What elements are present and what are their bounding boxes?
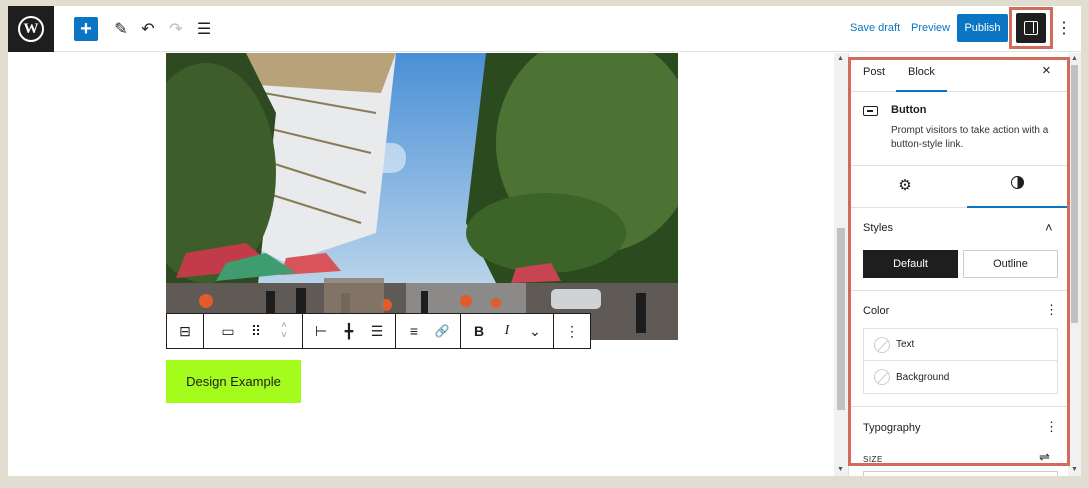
block-name: Button [891, 104, 927, 116]
block-transform-group: ⊟ [167, 314, 204, 348]
block-transform-icon[interactable]: ⊟ [171, 314, 199, 348]
tab-settings[interactable]: ⚙ [855, 176, 955, 194]
tools-pen-icon[interactable]: ✎ [111, 16, 131, 42]
sidebar-panel-icon [1024, 21, 1038, 35]
color-swatch-icon [874, 369, 890, 385]
size-label: SIZE [863, 455, 883, 464]
undo-icon[interactable]: ↶ [138, 16, 158, 42]
color-item-label: Background [896, 371, 950, 383]
scroll-up-arrow-icon[interactable]: ▲ [837, 55, 844, 62]
block-description: Prompt visitors to take action with a bu… [891, 125, 1049, 150]
preview-button[interactable]: Preview [911, 22, 950, 34]
wordpress-logo-icon[interactable]: W [8, 6, 54, 52]
link-icon[interactable]: 🔗 [428, 314, 456, 348]
block-card: Button Prompt visitors to take action wi… [849, 92, 1081, 166]
style-outline-button[interactable]: Outline [963, 250, 1058, 278]
canvas-scroll-thumb[interactable] [837, 228, 845, 410]
drag-handle-icon[interactable]: ⠿ [242, 314, 270, 348]
sidebar-scroll-thumb[interactable] [1071, 65, 1078, 323]
save-draft-button[interactable]: Save draft [850, 22, 900, 34]
block-move-group: ▭ ⠿ ˄ ˅ [210, 314, 303, 348]
more-formats-chevron-icon[interactable]: ⌄ [521, 314, 549, 348]
top-toolbar: W + ✎ ↶ ↷ ☰ Save draft Preview Publish ⋮ [8, 6, 1081, 52]
color-panel: Color ⋮ Text Background [849, 291, 1081, 407]
color-item-background[interactable]: Background [864, 361, 1057, 393]
styles-half-circle-icon [1010, 176, 1024, 189]
format-group: ≡ 🔗 [396, 314, 461, 348]
sidebar-tabs: Post Block × [849, 53, 1081, 92]
button-block-icon[interactable]: ▭ [214, 314, 242, 348]
options-group: ⋮ [554, 314, 590, 348]
justify-group: ⊢ ╋ ☰ [303, 314, 396, 348]
typography-menu-icon[interactable]: ⋮ [1045, 419, 1058, 435]
color-menu-icon[interactable]: ⋮ [1045, 302, 1058, 318]
collapse-chevron-icon[interactable]: ˄ [1045, 220, 1053, 235]
block-options-icon[interactable]: ⋮ [558, 314, 586, 348]
document-outline-icon[interactable]: ☰ [194, 16, 214, 42]
editor-canvas: ⊟ ▭ ⠿ ˄ ˅ ⊢ ╋ ☰ ≡ 🔗 B I ⌄ ⋮ Design Examp… [8, 53, 834, 476]
justify-left-icon[interactable]: ⊢ [307, 314, 335, 348]
tab-post[interactable]: Post [863, 66, 885, 78]
inspector-tabs: ⚙ [849, 166, 1081, 208]
styles-panel: Styles ˄ Default Outline [849, 208, 1081, 291]
color-swatch-icon [874, 336, 890, 353]
justify-space-icon[interactable]: ☰ [363, 314, 391, 348]
move-down-icon[interactable]: ˅ [281, 331, 287, 341]
wordpress-logo-mark: W [18, 16, 44, 42]
options-kebab-icon[interactable]: ⋮ [1056, 18, 1072, 38]
scroll-down-arrow-icon[interactable]: ▼ [837, 466, 844, 473]
color-options-list: Text Background [863, 328, 1058, 394]
redo-icon[interactable]: ↷ [166, 16, 186, 42]
sidebar-scroll-up-icon[interactable]: ▲ [1071, 55, 1078, 62]
image-block[interactable] [166, 53, 678, 340]
block-toolbar: ⊟ ▭ ⠿ ˄ ˅ ⊢ ╋ ☰ ≡ 🔗 B I ⌄ ⋮ [166, 313, 591, 349]
tab-styles[interactable] [967, 176, 1067, 208]
style-default-button[interactable]: Default [863, 250, 958, 278]
color-item-label: Text [896, 339, 915, 350]
gear-icon: ⚙ [898, 177, 912, 194]
font-size-input[interactable] [863, 471, 1058, 476]
settings-sidebar: Post Block × Button Prompt visitors to t… [848, 53, 1081, 476]
text-format-group: B I ⌄ [461, 314, 554, 348]
typography-panel-title: Typography [863, 422, 921, 434]
canvas-scrollbar[interactable]: ▲ ▼ [834, 53, 848, 476]
editor-window: W + ✎ ↶ ↷ ☰ Save draft Preview Publish ⋮ [8, 6, 1081, 476]
size-controls-icon[interactable]: ⇌ [1039, 449, 1050, 465]
close-sidebar-icon[interactable]: × [1042, 62, 1051, 79]
color-item-text[interactable]: Text [864, 329, 1057, 361]
sidebar-scrollbar[interactable]: ▲ ▼ [1068, 53, 1081, 476]
market-photo [166, 53, 678, 340]
color-panel-title: Color [863, 305, 890, 317]
italic-button[interactable]: I [493, 314, 521, 348]
typography-panel: Typography ⋮ SIZE ⇌ [849, 407, 1081, 476]
tab-block[interactable]: Block [896, 66, 947, 92]
settings-toggle-button[interactable] [1016, 13, 1046, 43]
add-block-button[interactable]: + [74, 17, 98, 41]
publish-button[interactable]: Publish [957, 14, 1008, 42]
design-example-button[interactable]: Design Example [166, 360, 301, 403]
bold-button[interactable]: B [465, 314, 493, 348]
align-text-icon[interactable]: ≡ [400, 314, 428, 348]
button-block-icon [863, 106, 878, 116]
justify-center-icon[interactable]: ╋ [335, 314, 363, 348]
sidebar-scroll-down-icon[interactable]: ▼ [1071, 466, 1078, 473]
styles-panel-title[interactable]: Styles [863, 222, 893, 234]
move-arrows: ˄ ˅ [270, 314, 298, 348]
